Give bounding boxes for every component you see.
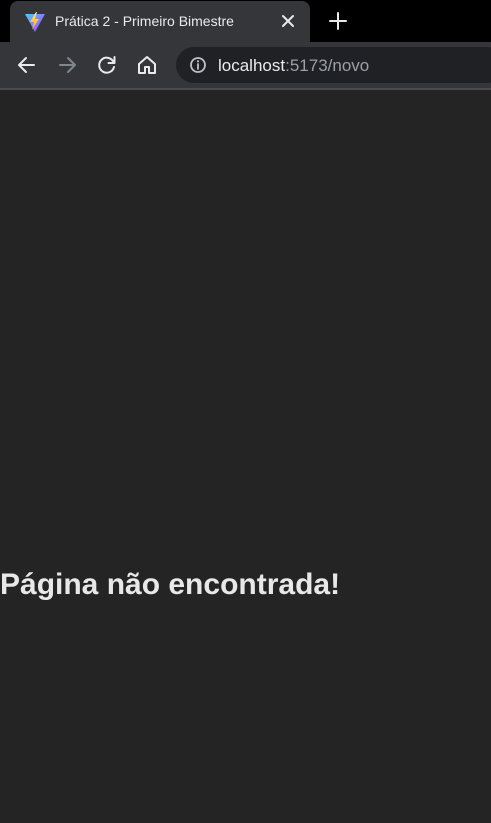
page-content: Página não encontrada! — [0, 90, 491, 823]
info-icon[interactable] — [189, 56, 207, 74]
close-tab-icon[interactable] — [280, 13, 296, 29]
back-arrow-icon[interactable] — [16, 54, 38, 76]
url-path: :5173/novo — [285, 56, 370, 75]
url-text[interactable]: localhost:5173/novo — [218, 56, 369, 76]
url-host: localhost — [218, 56, 286, 75]
reload-icon[interactable] — [96, 54, 118, 76]
active-tab[interactable]: Prática 2 - Primeiro Bimestre — [10, 1, 310, 42]
not-found-heading: Página não encontrada! — [0, 568, 341, 601]
home-icon[interactable] — [136, 54, 158, 76]
address-bar[interactable]: localhost:5173/novo — [176, 47, 491, 83]
tab-strip: Prática 2 - Primeiro Bimestre — [0, 0, 491, 42]
browser-toolbar: localhost:5173/novo — [0, 42, 491, 88]
forward-arrow-icon[interactable] — [56, 54, 78, 76]
vite-logo-icon — [25, 12, 45, 32]
tab-title: Prática 2 - Primeiro Bimestre — [55, 13, 234, 29]
new-tab-plus-icon[interactable] — [327, 10, 349, 32]
browser-window: Prática 2 - Primeiro Bimestre localhost:… — [0, 0, 491, 823]
